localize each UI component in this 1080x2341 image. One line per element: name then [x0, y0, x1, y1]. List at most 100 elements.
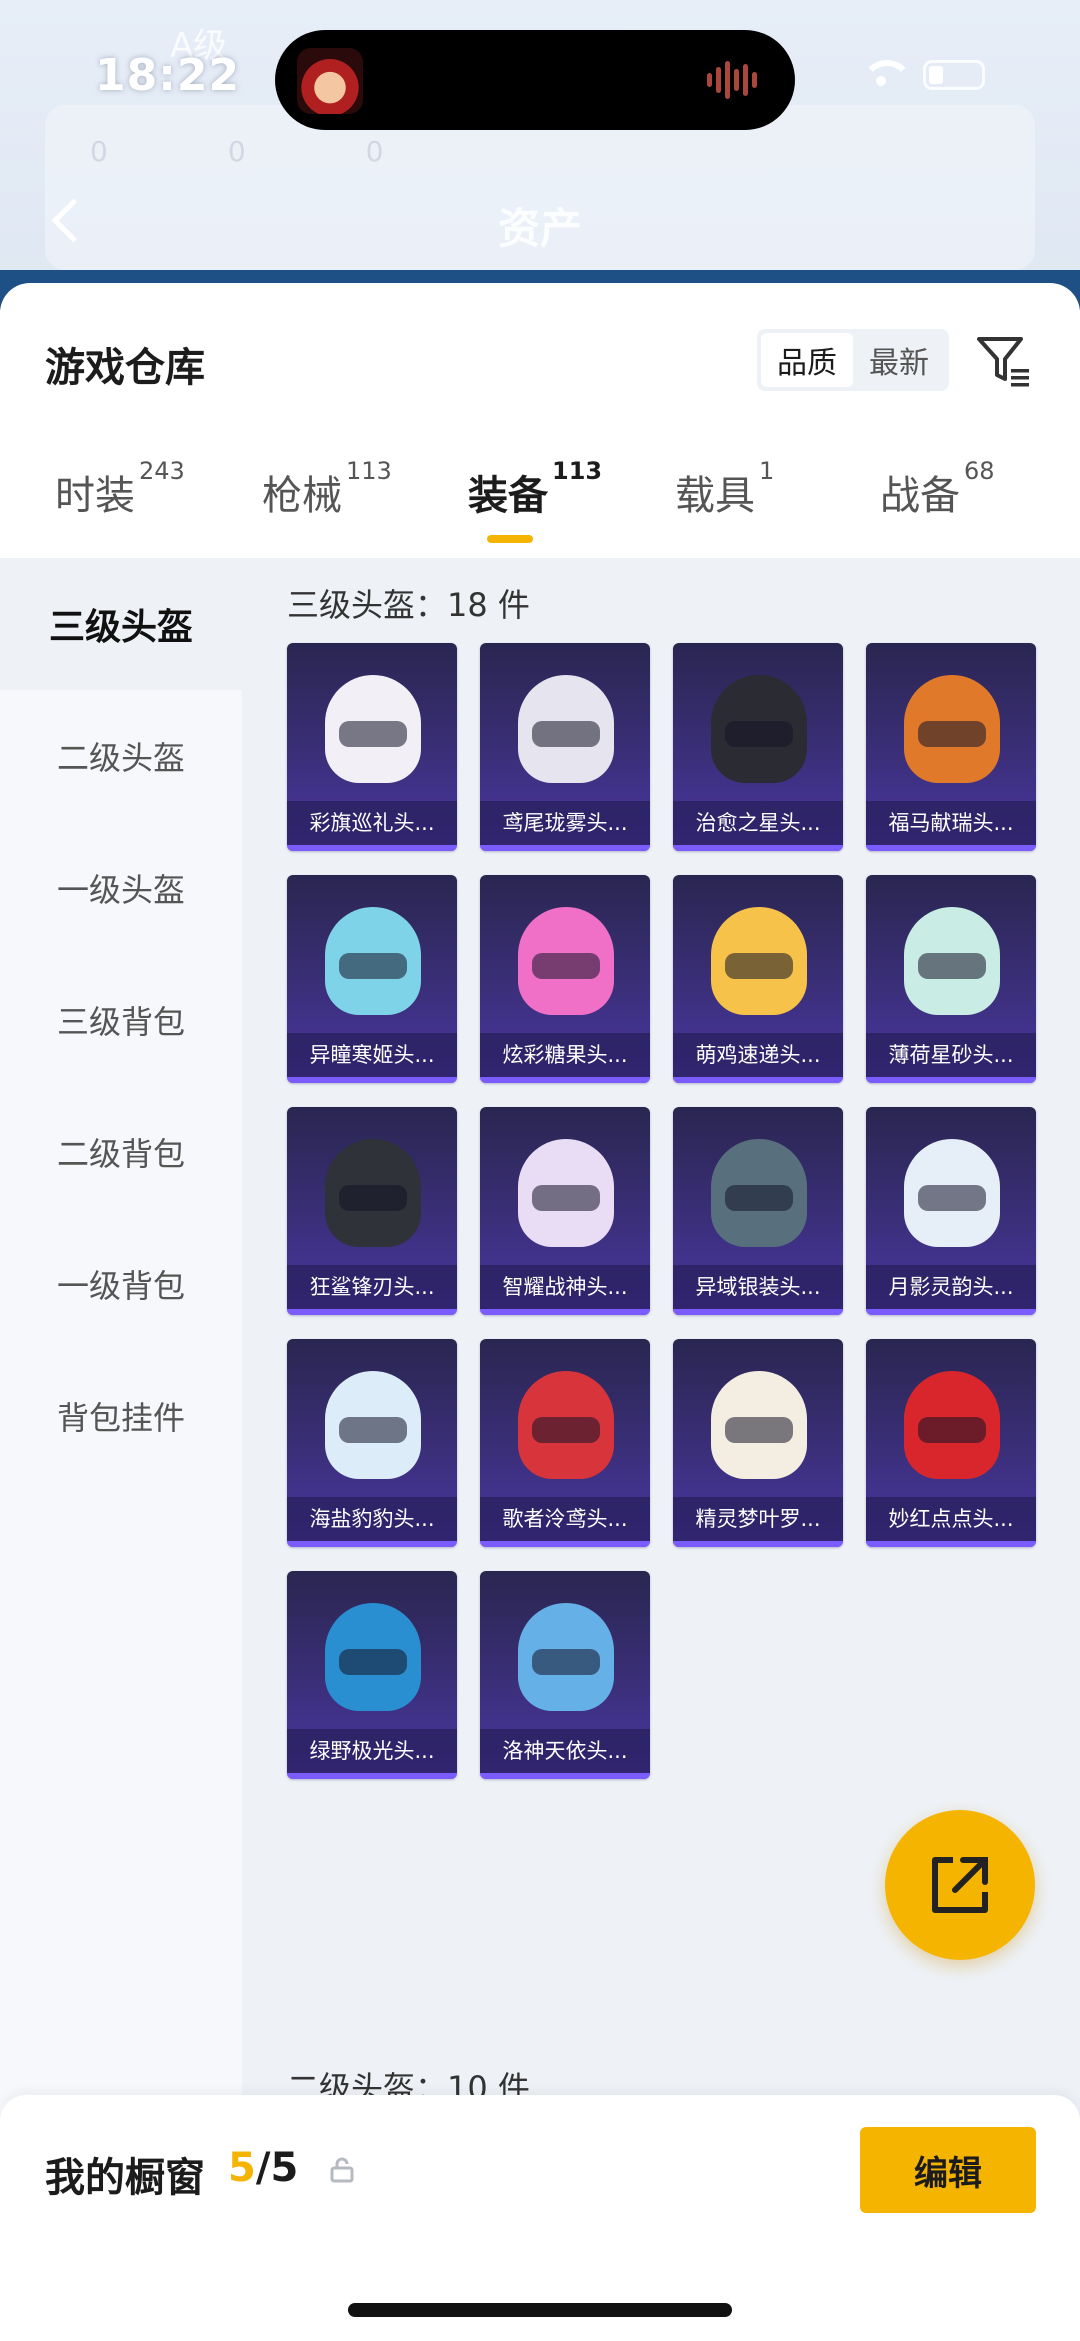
item-card[interactable]: 洛神天依头... [480, 1571, 650, 1779]
item-card-label: 异域银装头... [673, 1265, 843, 1309]
tab-count: 243 [139, 456, 185, 485]
status-time: 18:22 [95, 50, 241, 101]
item-card-label: 月影灵韵头... [866, 1265, 1036, 1309]
sidebar-item-level2-helmet[interactable]: 二级头盔 [0, 690, 242, 822]
category-tabs: 时装243 枪械113 装备113 载具1 战备68 [0, 457, 1080, 553]
audio-wave-icon [707, 60, 767, 100]
item-card[interactable]: 月影灵韵头... [866, 1107, 1036, 1315]
tab-count: 68 [964, 456, 995, 485]
tab-equipment[interactable]: 装备113 [468, 457, 602, 521]
edit-button[interactable]: 编辑 [860, 2127, 1036, 2213]
ghost-value: 0 [90, 135, 108, 168]
page-title: 资产 [497, 204, 582, 253]
tab-label: 时装 [55, 473, 135, 519]
sort-toggle[interactable]: 品质 最新 [757, 329, 949, 391]
helmet-icon [904, 1371, 1000, 1479]
status-icons [861, 60, 985, 90]
lock-icon [330, 2157, 354, 2183]
item-card[interactable]: 治愈之星头... [673, 643, 843, 851]
tab-label: 载具 [675, 473, 755, 519]
home-indicator [348, 2303, 732, 2317]
tab-weapons[interactable]: 枪械113 [262, 457, 392, 521]
section-title-level3-helmet: 三级头盔：18 件 [287, 586, 530, 624]
sidebar-item-level1-helmet[interactable]: 一级头盔 [0, 822, 242, 954]
subcategory-sidebar: 三级头盔 二级头盔 一级头盔 三级背包 二级背包 一级背包 背包挂件 [0, 558, 242, 2338]
item-card-label: 萌鸡速递头... [673, 1033, 843, 1077]
sidebar-item-level3-helmet[interactable]: 三级头盔 [0, 558, 242, 690]
item-card-label: 智耀战神头... [480, 1265, 650, 1309]
item-card[interactable]: 炫彩糖果头... [480, 875, 650, 1083]
helmet-icon [711, 907, 807, 1015]
island-avatar [297, 48, 363, 114]
item-card[interactable]: 萌鸡速递头... [673, 875, 843, 1083]
ghost-value: 0 [227, 135, 246, 168]
warehouse-sheet: 游戏仓库 品质 最新 时装243 枪械113 装备113 载具1 战备68 三级… [0, 283, 1080, 2341]
showcase-count: 5/5 [228, 2145, 298, 2191]
helmet-icon [904, 1139, 1000, 1247]
item-card[interactable]: 狂鲨锋刃头... [287, 1107, 457, 1315]
item-card-label: 福马献瑞头... [866, 801, 1036, 845]
item-card-label: 狂鲨锋刃头... [287, 1265, 457, 1309]
item-card-label: 精灵梦叶罗... [673, 1497, 843, 1541]
helmet-icon [711, 675, 807, 783]
helmet-icon [518, 1603, 614, 1711]
helmet-icon [904, 907, 1000, 1015]
item-card[interactable]: 薄荷星砂头... [866, 875, 1036, 1083]
item-card[interactable]: 彩旗巡礼头... [287, 643, 457, 851]
share-icon [932, 1857, 988, 1913]
tab-active-indicator [487, 535, 533, 543]
ghost-value: 0 [365, 135, 384, 168]
sidebar-item-backpack-charm[interactable]: 背包挂件 [0, 1350, 242, 1482]
item-card[interactable]: 异瞳寒姬头... [287, 875, 457, 1083]
showcase-label: 我的橱窗 [45, 2155, 205, 2201]
showcase-current: 5 [228, 2145, 256, 2191]
item-card-label: 海盐豹豹头... [287, 1497, 457, 1541]
sidebar-item-level2-backpack[interactable]: 二级背包 [0, 1086, 242, 1218]
item-card[interactable]: 妙红点点头... [866, 1339, 1036, 1547]
showcase-total: /5 [255, 2145, 299, 2191]
item-card[interactable]: 海盐豹豹头... [287, 1339, 457, 1547]
item-card-label: 炫彩糖果头... [480, 1033, 650, 1077]
item-card[interactable]: 绿野极光头... [287, 1571, 457, 1779]
helmet-icon [518, 1371, 614, 1479]
item-card-label: 鸢尾珑雾头... [480, 801, 650, 845]
item-card[interactable]: 精灵梦叶罗... [673, 1339, 843, 1547]
item-card-label: 异瞳寒姬头... [287, 1033, 457, 1077]
share-button[interactable] [885, 1810, 1035, 1960]
tab-fashion[interactable]: 时装243 [55, 457, 185, 521]
item-card-label: 治愈之星头... [673, 801, 843, 845]
item-card-label: 绿野极光头... [287, 1729, 457, 1773]
sidebar-item-level3-backpack[interactable]: 三级背包 [0, 954, 242, 1086]
filter-icon[interactable] [975, 333, 1033, 391]
item-card[interactable]: 智耀战神头... [480, 1107, 650, 1315]
helmet-icon [711, 1139, 807, 1247]
battery-icon [923, 60, 985, 90]
sort-newest-button[interactable]: 最新 [853, 333, 945, 387]
tab-count: 113 [346, 456, 392, 485]
item-grid-area: 三级头盔：18 件 二级头盔：10 件 彩旗巡礼头... 鸢尾珑雾头... 治愈之星… [242, 558, 1080, 2338]
helmet-icon [711, 1371, 807, 1479]
helmet-icon [904, 675, 1000, 783]
item-card-label: 洛神天依头... [480, 1729, 650, 1773]
tab-count: 1 [759, 456, 775, 485]
helmet-icon [518, 907, 614, 1015]
sidebar-item-level1-backpack[interactable]: 一级背包 [0, 1218, 242, 1350]
tab-label: 战备 [880, 473, 960, 519]
helmet-icon [325, 1603, 421, 1711]
tab-vehicles[interactable]: 载具1 [675, 457, 774, 521]
item-card[interactable]: 歌者泠鸢头... [480, 1339, 650, 1547]
wifi-icon [861, 60, 913, 90]
item-card-label: 歌者泠鸢头... [480, 1497, 650, 1541]
tab-supplies[interactable]: 战备68 [880, 457, 995, 521]
helmet-icon [325, 907, 421, 1015]
tab-count: 113 [552, 456, 603, 485]
item-card-label: 妙红点点头... [866, 1497, 1036, 1541]
helmet-icon [518, 1139, 614, 1247]
item-card[interactable]: 福马献瑞头... [866, 643, 1036, 851]
sort-quality-button[interactable]: 品质 [761, 333, 853, 387]
tab-label: 枪械 [262, 473, 342, 519]
item-card[interactable]: 异域银装头... [673, 1107, 843, 1315]
item-card[interactable]: 鸢尾珑雾头... [480, 643, 650, 851]
dynamic-island [275, 30, 795, 130]
warehouse-title: 游戏仓库 [45, 345, 205, 391]
